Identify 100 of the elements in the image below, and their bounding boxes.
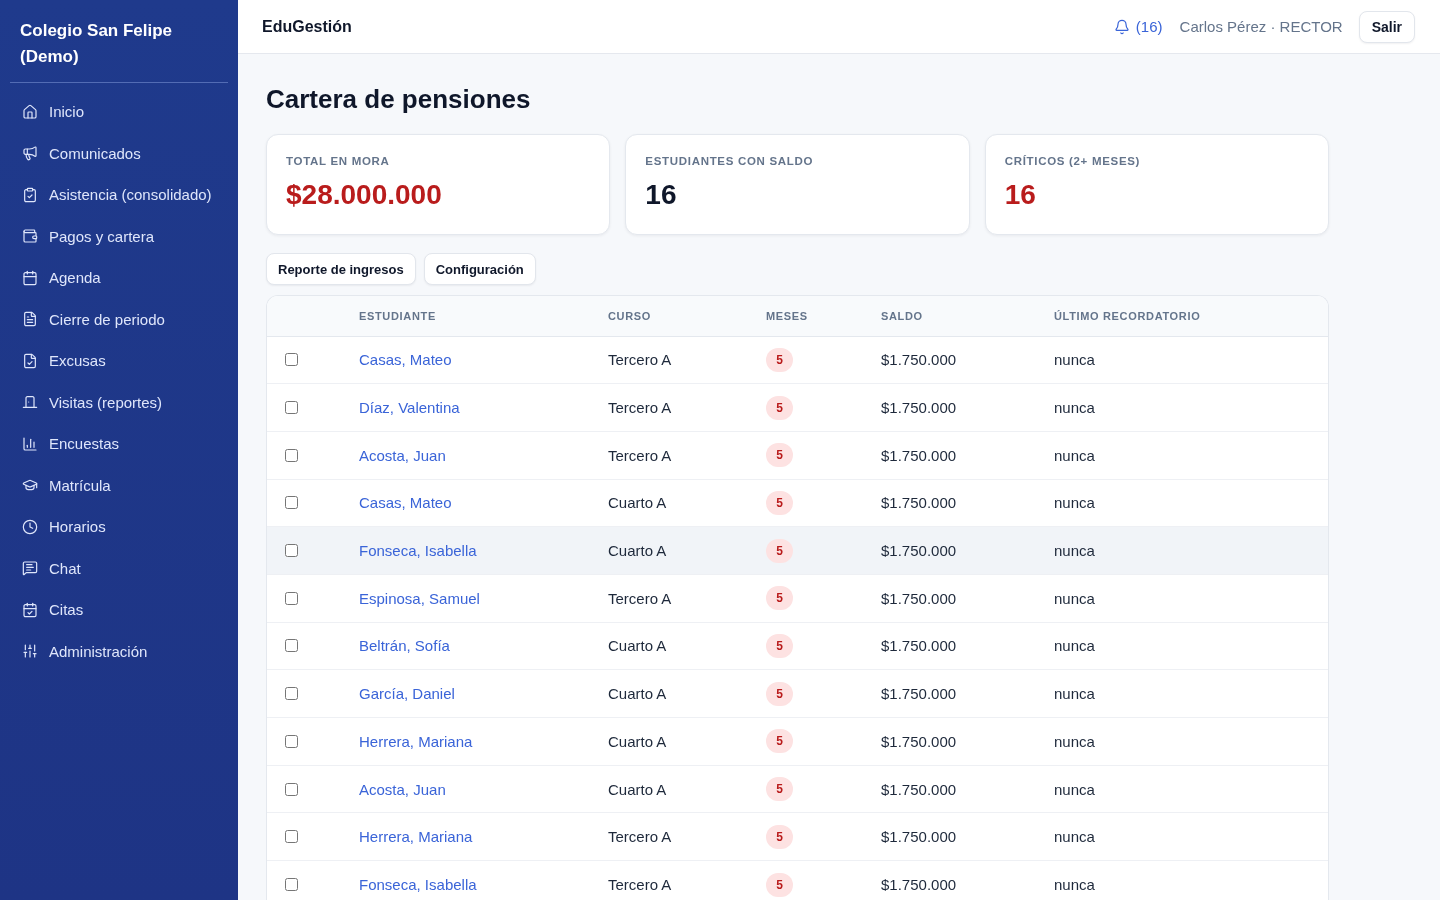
row-checkbox[interactable] (285, 734, 298, 748)
row-checkbox[interactable] (285, 782, 298, 796)
balance-amount: $1.750.000 (881, 637, 957, 655)
student-link[interactable]: Herrera, Mariana (359, 732, 473, 750)
course-text: Cuarto A (608, 542, 667, 560)
months-badge: 5 (766, 729, 793, 754)
nav-item[interactable]: Matrícula (10, 464, 228, 506)
balance-amount: $1.750.000 (881, 351, 957, 369)
months-badge: 5 (766, 777, 793, 802)
balance-amount: $1.750.000 (881, 446, 957, 464)
student-link[interactable]: Casas, Mateo (359, 351, 452, 369)
row-checkbox[interactable] (285, 639, 298, 653)
document-check-icon (22, 352, 38, 369)
course-text: Cuarto A (608, 732, 667, 750)
student-link[interactable]: Fonseca, Isabella (359, 542, 477, 560)
student-link[interactable]: Acosta, Juan (359, 780, 446, 798)
nav-item[interactable]: Asistencia (consolidado) (10, 174, 228, 216)
reminder-text: nunca (1054, 876, 1095, 894)
reminder-text: nunca (1054, 589, 1095, 607)
nav-item[interactable]: Inicio (10, 91, 228, 133)
course-text: Tercero A (608, 446, 672, 464)
stat-label: TOTAL EN MORA (286, 154, 390, 168)
nav-item[interactable]: Pagos y cartera (10, 215, 228, 257)
balance-amount: $1.750.000 (881, 732, 957, 750)
wallet-icon (22, 228, 38, 245)
school-name: Colegio San Felipe (Demo) (10, 0, 228, 83)
months-badge: 5 (766, 490, 793, 515)
balance-amount: $1.750.000 (881, 780, 957, 798)
student-link[interactable]: Casas, Mateo (359, 494, 452, 512)
student-link[interactable]: Acosta, Juan (359, 446, 446, 464)
row-checkbox[interactable] (285, 687, 298, 701)
months-badge: 5 (766, 538, 793, 563)
nav-item[interactable]: Cierre de periodo (10, 298, 228, 340)
nav-item[interactable]: Horarios (10, 506, 228, 548)
bar-chart-icon (22, 435, 38, 452)
months-badge: 5 (766, 872, 793, 897)
calendar-check-icon (22, 601, 38, 618)
reminder-text: nunca (1054, 828, 1095, 846)
student-link[interactable]: Herrera, Mariana (359, 828, 473, 846)
months-badge: 5 (766, 681, 793, 706)
months-badge: 5 (766, 824, 793, 849)
months-badge: 5 (766, 395, 793, 420)
notifications-button[interactable]: (16) (1113, 18, 1163, 35)
nav-item[interactable]: Excusas (10, 340, 228, 382)
stat-label: ESTUDIANTES CON SALDO (645, 154, 814, 168)
bell-icon (1113, 18, 1130, 35)
nav-item[interactable]: Comunicados (10, 132, 228, 174)
student-link[interactable]: García, Daniel (359, 685, 455, 703)
row-checkbox[interactable] (285, 448, 298, 462)
balance-amount: $1.750.000 (881, 685, 957, 703)
reminder-text: nunca (1054, 542, 1095, 560)
action-button[interactable]: Configuración (423, 253, 536, 285)
reminder-text: nunca (1054, 494, 1095, 512)
months-badge: 5 (766, 347, 793, 372)
action-button[interactable]: Reporte de ingresos (266, 253, 416, 285)
calendar-icon (22, 269, 38, 286)
document-icon (22, 311, 38, 328)
course-text: Tercero A (608, 589, 672, 607)
app-name: EduGestión (262, 17, 352, 36)
reminder-text: nunca (1054, 685, 1095, 703)
course-text: Cuarto A (608, 494, 667, 512)
sliders-icon (22, 643, 38, 660)
months-badge: 5 (766, 633, 793, 658)
student-link[interactable]: Fonseca, Isabella (359, 876, 477, 894)
nav-item[interactable]: Encuestas (10, 423, 228, 465)
reminder-text: nunca (1054, 351, 1095, 369)
nav-item[interactable]: Citas (10, 589, 228, 631)
stat-label: CRÍTICOS (2+ MESES) (1004, 154, 1141, 168)
course-text: Tercero A (608, 876, 672, 894)
column-header: MESES (766, 296, 881, 336)
months-badge: 5 (766, 443, 793, 468)
row-checkbox[interactable] (285, 830, 298, 844)
course-text: Cuarto A (608, 685, 667, 703)
row-checkbox[interactable] (285, 878, 298, 892)
megaphone-icon (22, 145, 38, 162)
student-link[interactable]: Beltrán, Sofía (359, 637, 450, 655)
reminder-text: nunca (1054, 446, 1095, 464)
row-checkbox[interactable] (285, 401, 298, 415)
column-header: SALDO (881, 296, 1054, 336)
stat-value: $28.000.000 (286, 178, 442, 212)
column-header: CURSO (608, 296, 766, 336)
reminder-text: nunca (1054, 637, 1095, 655)
balance-amount: $1.750.000 (881, 828, 957, 846)
nav-item[interactable]: Agenda (10, 257, 228, 299)
student-link[interactable]: Espinosa, Samuel (359, 589, 480, 607)
course-text: Cuarto A (608, 637, 667, 655)
nav-item[interactable]: Visitas (reportes) (10, 381, 228, 423)
course-text: Tercero A (608, 399, 672, 417)
student-link[interactable]: Díaz, Valentina (359, 399, 460, 417)
door-icon (22, 394, 38, 411)
row-checkbox[interactable] (285, 544, 298, 558)
row-checkbox[interactable] (285, 353, 298, 367)
stat-value: 16 (645, 178, 677, 212)
row-checkbox[interactable] (285, 591, 298, 605)
reminder-text: nunca (1054, 780, 1095, 798)
nav-item[interactable]: Chat (10, 547, 228, 589)
months-badge: 5 (766, 586, 793, 611)
nav-item[interactable]: Administración (10, 630, 228, 672)
row-checkbox[interactable] (285, 496, 298, 510)
logout-button[interactable]: Salir (1358, 10, 1415, 43)
